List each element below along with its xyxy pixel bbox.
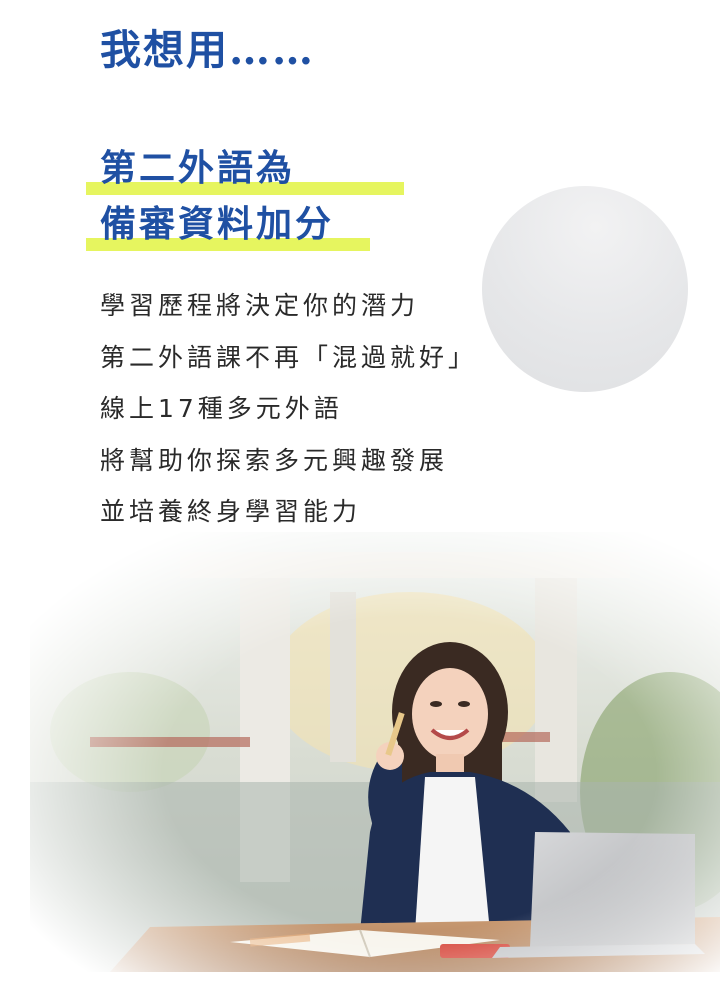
highlight-heading-line-2: 備審資料加分 <box>86 196 370 252</box>
student-with-laptop-photo <box>30 532 720 972</box>
body-line-1: 學習歷程將決定你的潛力 <box>100 291 420 320</box>
body-line-4: 將幫助你探索多元興趣發展 <box>100 445 449 475</box>
body-line-3: 線上17種多元外語 <box>100 394 343 423</box>
page: 我想用…… 第二外語為 備審資料加分 學習歷程將決定你的潛力 第二外語課不再「混… <box>0 0 720 983</box>
body-line-5: 並培養終身學習能力 <box>100 497 362 526</box>
photo-illustration <box>30 532 720 972</box>
body-line-2: 第二外語課不再「混過就好」 <box>100 342 478 372</box>
highlight-heading: 第二外語為 備審資料加分 <box>86 140 404 252</box>
page-title: 我想用…… <box>100 26 315 74</box>
decorative-circle <box>482 186 688 392</box>
highlight-heading-text-1: 第二外語為 <box>100 147 296 189</box>
highlight-heading-text-2: 備審資料加分 <box>100 203 335 245</box>
highlight-heading-line-1: 第二外語為 <box>86 140 404 196</box>
body-paragraph: 學習歷程將決定你的潛力 第二外語課不再「混過就好」 線上17種多元外語 將幫助你… <box>100 280 477 538</box>
